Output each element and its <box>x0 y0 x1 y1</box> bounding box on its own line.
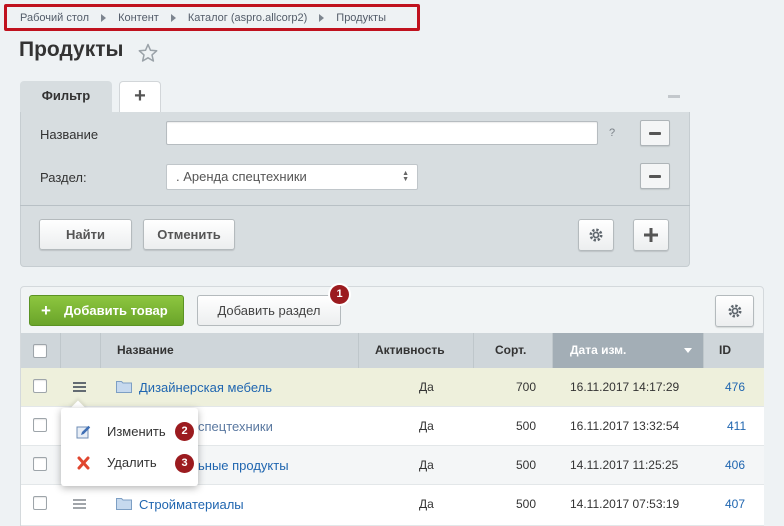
row-name-link[interactable]: ьные продукты <box>198 446 289 485</box>
plus-icon <box>644 228 658 242</box>
breadcrumb: Рабочий стол Контент Каталог (aspro.allc… <box>4 4 420 31</box>
row-name-link[interactable]: Дизайнерская мебель <box>139 368 272 407</box>
minus-icon <box>649 131 661 135</box>
row-context-menu: Изменить Удалить <box>61 408 198 486</box>
filter-settings-button[interactable] <box>578 219 614 251</box>
row-menu-icon[interactable] <box>73 382 86 392</box>
row-menu-icon[interactable] <box>73 499 86 509</box>
row-date: 14.11.2017 11:25:25 <box>570 458 679 472</box>
menu-item-edit-label: Изменить <box>107 424 166 439</box>
remove-name-field-button[interactable] <box>640 120 670 146</box>
filter-add-field-button[interactable] <box>633 219 669 251</box>
row-sort: 700 <box>516 380 537 394</box>
filter-divider <box>20 205 690 206</box>
row-date: 16.11.2017 13:32:54 <box>570 419 680 433</box>
list-settings-button[interactable] <box>715 295 754 327</box>
breadcrumb-item-desktop[interactable]: Рабочий стол <box>20 12 89 24</box>
filter-section-select[interactable]: . Аренда спецтехники ▲ ▼ <box>166 164 418 190</box>
filter-add-tab-button[interactable]: + <box>119 81 161 112</box>
header-actions-cell <box>61 333 101 368</box>
filter-name-input[interactable] <box>166 121 598 145</box>
gear-icon <box>589 228 603 242</box>
row-active: Да <box>419 419 434 433</box>
column-date-label: Дата изм. <box>570 343 627 357</box>
row-active: Да <box>419 380 434 394</box>
filter-help-icon[interactable]: ? <box>609 127 615 139</box>
filter-name-label: Название <box>40 127 99 142</box>
row-date: 14.11.2017 07:53:19 <box>570 497 680 511</box>
chevron-right-icon <box>319 13 325 22</box>
column-sort[interactable]: Сорт. <box>474 333 553 368</box>
breadcrumb-item-content[interactable]: Контент <box>118 12 159 24</box>
step-badge-1: 1 <box>330 285 349 304</box>
remove-section-field-button[interactable] <box>640 163 670 189</box>
gear-icon <box>728 304 741 318</box>
find-button[interactable]: Найти <box>39 219 132 250</box>
step-badge-2: 2 <box>175 422 194 441</box>
chevron-right-icon <box>101 13 107 22</box>
table-row[interactable]: Стройматериалы Да 500 14.11.2017 07:53:1… <box>21 485 764 526</box>
minus-icon <box>649 174 661 178</box>
sort-desc-icon <box>684 348 692 353</box>
row-sort: 500 <box>516 497 537 511</box>
row-sort: 500 <box>516 419 537 433</box>
column-date-modified[interactable]: Дата изм. <box>553 333 704 368</box>
edit-icon <box>76 425 91 439</box>
row-checkbox[interactable] <box>33 457 47 471</box>
step-badge-3: 3 <box>175 454 194 473</box>
row-name-link[interactable]: спецтехники <box>198 407 273 446</box>
row-id[interactable]: 407 <box>725 485 745 524</box>
filter-section-label: Раздел: <box>40 170 87 185</box>
row-id[interactable]: 476 <box>725 368 745 407</box>
row-checkbox[interactable] <box>33 418 47 432</box>
select-all-checkbox[interactable] <box>33 344 47 358</box>
table-row[interactable]: Дизайнерская мебель Да 700 16.11.2017 14… <box>21 368 764 407</box>
add-section-button[interactable]: Добавить раздел <box>197 295 341 326</box>
breadcrumb-item-catalog[interactable]: Каталог (aspro.allcorp2) <box>188 12 307 24</box>
header-checkbox-cell <box>21 333 61 368</box>
cancel-button[interactable]: Отменить <box>143 219 235 250</box>
delete-icon <box>77 456 90 470</box>
menu-item-delete-label: Удалить <box>107 455 157 470</box>
star-icon[interactable] <box>138 43 158 63</box>
add-product-label: Добавить товар <box>64 303 168 318</box>
row-id[interactable]: 411 <box>727 407 746 446</box>
filter-collapse-button[interactable] <box>668 95 680 98</box>
row-date: 16.11.2017 14:17:29 <box>570 380 680 394</box>
table-header: Название Активность Сорт. Дата изм. ID <box>21 333 764 368</box>
row-active: Да <box>419 458 434 472</box>
column-active[interactable]: Активность <box>359 333 474 368</box>
chevron-right-icon <box>170 13 176 22</box>
breadcrumb-item-products[interactable]: Продукты <box>336 12 386 24</box>
row-sort: 500 <box>516 458 537 472</box>
row-checkbox[interactable] <box>33 496 47 510</box>
filter-section-value: . Аренда спецтехники <box>176 169 307 184</box>
column-id[interactable]: ID <box>704 333 764 368</box>
row-name-link[interactable]: Стройматериалы <box>139 485 244 524</box>
row-checkbox[interactable] <box>33 379 47 393</box>
add-product-button[interactable]: + Добавить товар <box>29 295 184 326</box>
plus-icon: + <box>41 301 51 320</box>
folder-icon <box>116 498 132 510</box>
page-title: Продукты <box>19 38 124 61</box>
column-name[interactable]: Название <box>101 333 359 368</box>
select-arrows-icon: ▲ ▼ <box>402 170 409 183</box>
row-active: Да <box>419 497 434 511</box>
row-id[interactable]: 406 <box>725 446 745 485</box>
filter-tab[interactable]: Фильтр <box>20 81 112 112</box>
folder-icon <box>116 381 132 393</box>
